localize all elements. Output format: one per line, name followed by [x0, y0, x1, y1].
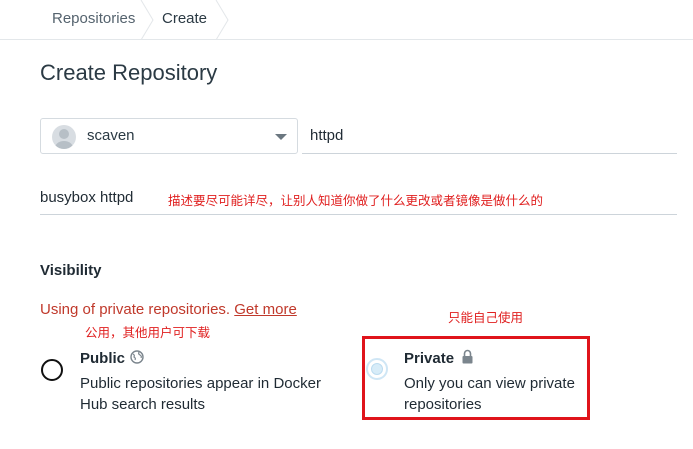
private-repositories-note: Using of private repositories. Get more	[40, 301, 297, 318]
page-title: Create Repository	[40, 60, 218, 85]
private-note-text: Using of private repositories.	[40, 301, 231, 318]
namespace-select[interactable]: scaven	[40, 118, 298, 154]
public-annotation: 公用，其他用户可下载	[85, 325, 211, 340]
description-value: busybox httpd	[40, 189, 134, 206]
description-annotation: 描述要尽可能详尽，让别人知道你做了什么更改或者镜像是做什么的	[168, 193, 544, 208]
breadcrumb-create: Create	[162, 10, 208, 27]
breadcrumb-repositories[interactable]: Repositories	[52, 0, 135, 40]
breadcrumb-separator	[140, 0, 154, 40]
visibility-heading: Visibility	[40, 262, 102, 279]
public-radio[interactable]	[41, 359, 63, 381]
namespace-value: scaven	[87, 127, 135, 144]
repository-name-input[interactable]	[302, 118, 677, 154]
get-more-link[interactable]: Get more	[234, 301, 297, 318]
private-highlight-box	[362, 336, 590, 420]
public-description: Public repositories appear in Docker Hub…	[80, 375, 321, 413]
public-title: Public	[80, 350, 126, 367]
private-annotation: 只能自己使用	[448, 310, 524, 325]
breadcrumb-separator	[215, 0, 229, 40]
avatar	[52, 125, 76, 149]
globe-icon	[130, 350, 144, 364]
breadcrumb: Repositories Create	[0, 0, 693, 40]
chevron-down-icon	[275, 134, 287, 140]
